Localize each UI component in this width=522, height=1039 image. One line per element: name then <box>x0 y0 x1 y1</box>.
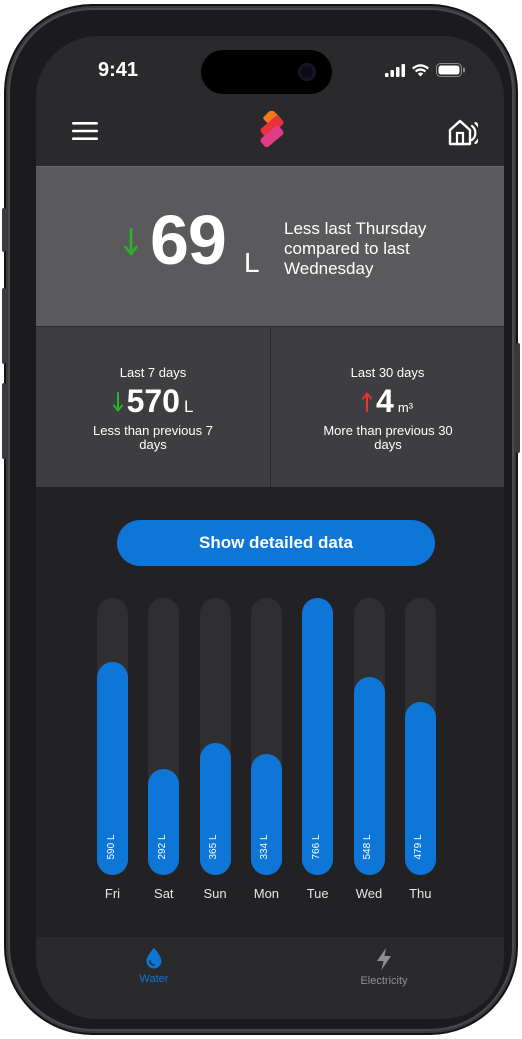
day-label: Fri <box>104 886 121 901</box>
stat-value-row: 4 m³ <box>271 383 504 420</box>
power-button <box>516 343 520 453</box>
stat-last-30-days: Last 30 days 4 m³ More than previous 30 … <box>270 327 504 488</box>
front-camera <box>298 63 316 81</box>
volume-down-button <box>2 383 6 459</box>
smart-home-icon[interactable] <box>448 118 478 146</box>
day-label: Mon <box>253 886 280 901</box>
lightning-icon <box>377 948 391 970</box>
wifi-icon <box>412 64 429 77</box>
daily-difference-value: 69 <box>150 201 227 279</box>
day-label: Wed <box>355 886 383 901</box>
status-icons <box>385 63 466 77</box>
stat-last-7-days: Last 7 days 570 L Less than previous 7 d… <box>36 327 270 488</box>
daily-difference-unit: L <box>244 247 260 278</box>
stat-description: Less than previous 7 days <box>93 423 213 452</box>
battery-icon <box>436 63 465 77</box>
stat-description: More than previous 30 days <box>323 423 453 452</box>
stat-title: Last 7 days <box>119 365 187 380</box>
up-arrow-icon <box>362 392 373 412</box>
bar-value-label: 334 L <box>259 834 271 860</box>
menu-icon[interactable] <box>72 120 98 142</box>
phone-frame: 9:41 69 L Less last Thursday compared to… <box>2 8 520 1031</box>
stat-value: 570 <box>126 383 180 419</box>
cellular-signal-icon <box>385 63 405 77</box>
tab-label: Water <box>139 973 169 985</box>
bar-value-label: 479 L <box>413 834 425 860</box>
day-label: Thu <box>409 886 432 901</box>
stat-value-row: 570 L <box>36 383 270 420</box>
stat-title: Last 30 days <box>350 365 425 380</box>
consumption-section: 590 L Fri 292 L Sat 365 L Sun 334 L Mon 766 L Tue… <box>36 487 504 937</box>
bar-value-label: 590 L <box>105 834 117 860</box>
down-arrow-icon <box>124 227 138 256</box>
daily-comparison-card: 69 L Less last Thursday compared to last… <box>36 166 504 326</box>
day-label: Sat <box>154 886 174 901</box>
mute-switch <box>2 208 6 252</box>
stat-unit: L <box>183 397 194 416</box>
top-nav-bar <box>36 106 504 166</box>
show-detailed-data-button[interactable]: Show detailed data <box>117 520 435 566</box>
bar-value-label: 766 L <box>310 834 322 860</box>
volume-up-button <box>2 288 6 364</box>
down-arrow-icon <box>112 391 123 411</box>
status-bar: 9:41 <box>36 36 504 106</box>
day-label: Sun <box>203 886 227 901</box>
daily-difference-description: Less last Thursday compared to last Wedn… <box>284 219 427 278</box>
tab-label: Electricity <box>360 975 408 987</box>
stat-value: 4 <box>376 383 394 419</box>
tab-bar: Water Electricity <box>36 937 504 1019</box>
app-screen: 9:41 69 L Less last Thursday compared to… <box>36 36 504 1019</box>
tab-electricity[interactable]: Electricity <box>324 947 444 987</box>
bar-value-label: 548 L <box>362 834 373 860</box>
stat-unit: m³ <box>397 400 413 415</box>
day-label: Tue <box>306 886 329 901</box>
water-drop-icon <box>146 948 162 969</box>
dynamic-island <box>201 50 332 94</box>
bar-value-label: 365 L <box>208 834 220 860</box>
logo-icon <box>260 111 284 148</box>
status-time: 9:41 <box>98 59 139 81</box>
bar-value-label: 292 L <box>156 834 168 860</box>
tab-water[interactable]: Water <box>94 947 214 985</box>
period-stats: Last 7 days 570 L Less than previous 7 d… <box>36 326 504 488</box>
